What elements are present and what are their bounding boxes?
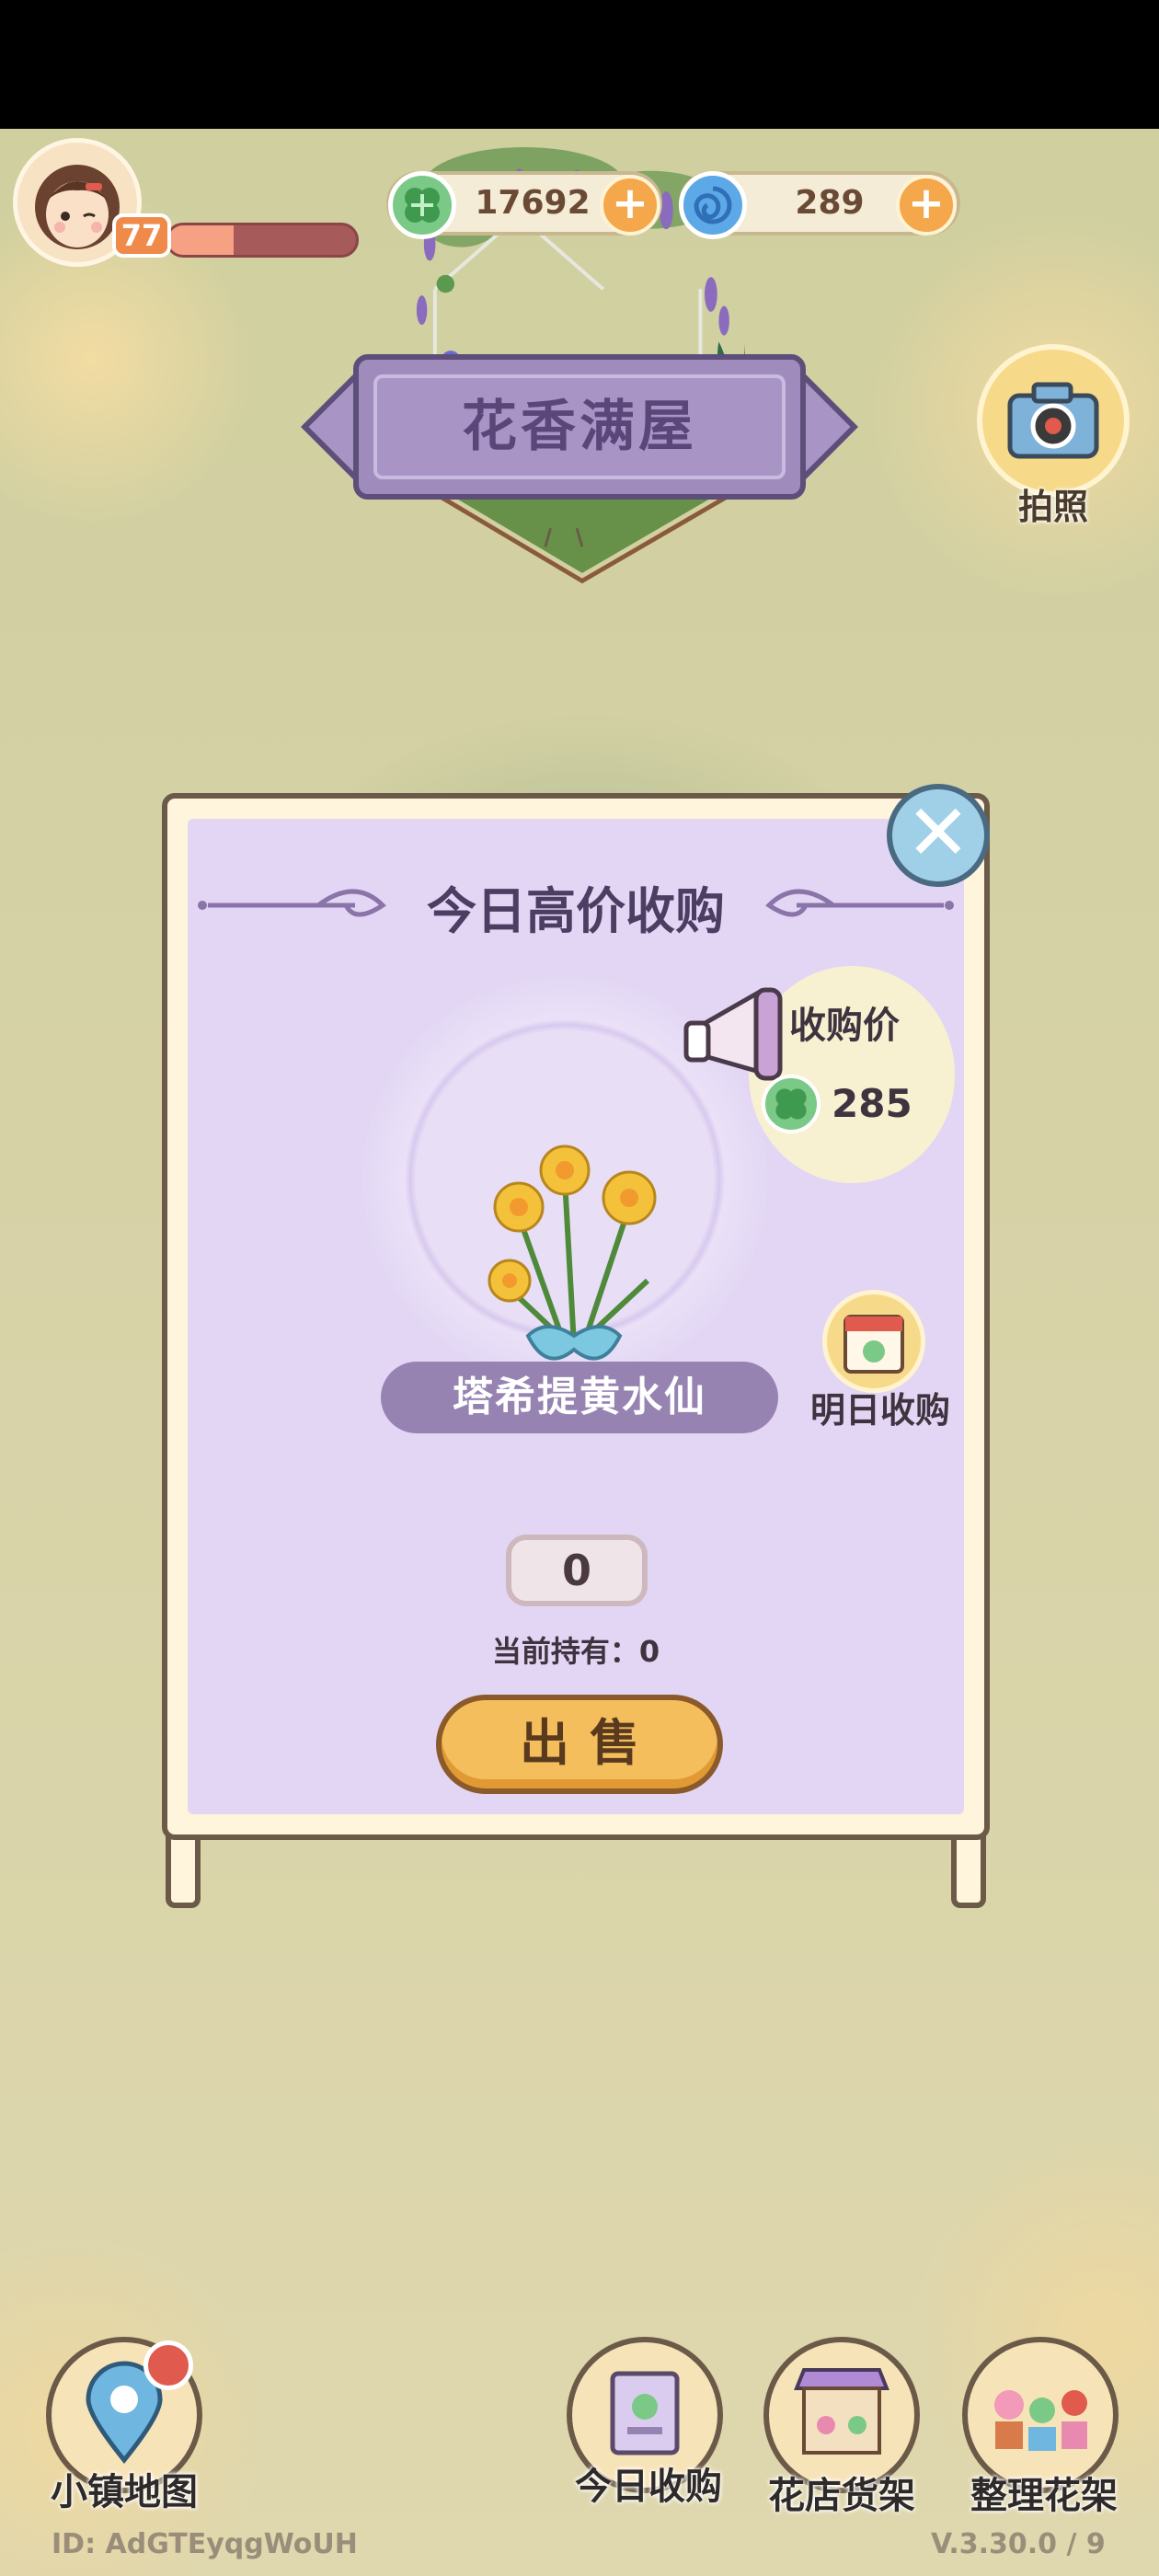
blue-swirl-gem-icon bbox=[679, 171, 747, 239]
close-dialog-button[interactable]: ✕ bbox=[887, 784, 990, 887]
tomorrow-purchase-label: 明日收购 bbox=[809, 1390, 950, 1431]
add-gem-button[interactable]: + bbox=[896, 175, 957, 236]
flower-name: 塔希提黄水仙 bbox=[381, 1362, 778, 1433]
photo-label: 拍照 bbox=[1017, 487, 1088, 527]
megaphone-icon bbox=[683, 987, 783, 1081]
clover-coin-icon bbox=[388, 171, 456, 239]
sell-quantity-display[interactable]: 0 bbox=[506, 1535, 648, 1606]
high-price-purchase-dialog: 今日高价收购 收购价 285 塔希提黄水仙 明日收购 0 当前持有：0 出售 bbox=[153, 793, 999, 1908]
clover-currency-counter: 17692 + bbox=[386, 171, 662, 239]
location-title: 花香满屋 bbox=[462, 395, 697, 459]
tomorrow-purchase-button[interactable] bbox=[822, 1290, 925, 1393]
close-icon: ✕ bbox=[905, 788, 971, 878]
arrange-shelf-label: 整理花架 bbox=[970, 2475, 1118, 2517]
photo-button[interactable] bbox=[977, 344, 1130, 497]
add-clover-button[interactable]: + bbox=[600, 175, 660, 236]
purchase-price-label: 收购价 bbox=[789, 1005, 900, 1047]
flower-shelf-label: 花店货架 bbox=[768, 2475, 915, 2517]
xp-progress-fill bbox=[168, 225, 235, 255]
calendar-icon bbox=[843, 1315, 904, 1374]
clover-amount: 17692 bbox=[475, 184, 591, 222]
daffodil-bouquet-icon bbox=[488, 1144, 657, 1361]
clover-coin-icon bbox=[762, 1075, 820, 1133]
current-holding-text: 当前持有：0 bbox=[491, 1634, 660, 1669]
player-level-badge: 77 bbox=[112, 213, 171, 258]
xp-progress-bar bbox=[166, 223, 359, 258]
notification-dot bbox=[143, 2340, 193, 2390]
town-map-label: 小镇地图 bbox=[51, 2471, 198, 2513]
gem-amount: 289 bbox=[795, 184, 865, 222]
today-purchase-label: 今日收购 bbox=[575, 2466, 722, 2508]
location-title-plaque: 花香满屋 bbox=[301, 354, 858, 500]
purchase-price-value: 285 bbox=[832, 1081, 912, 1126]
camera-icon bbox=[1007, 382, 1099, 459]
game-version: V.3.30.0 / 9 bbox=[931, 2528, 1106, 2560]
sell-button[interactable]: 出售 bbox=[436, 1695, 723, 1794]
dialog-title: 今日高价收购 bbox=[427, 882, 725, 940]
gem-currency-counter: 289 + bbox=[679, 171, 960, 239]
player-id: ID: AdGTEyqgWoUH bbox=[52, 2528, 358, 2560]
